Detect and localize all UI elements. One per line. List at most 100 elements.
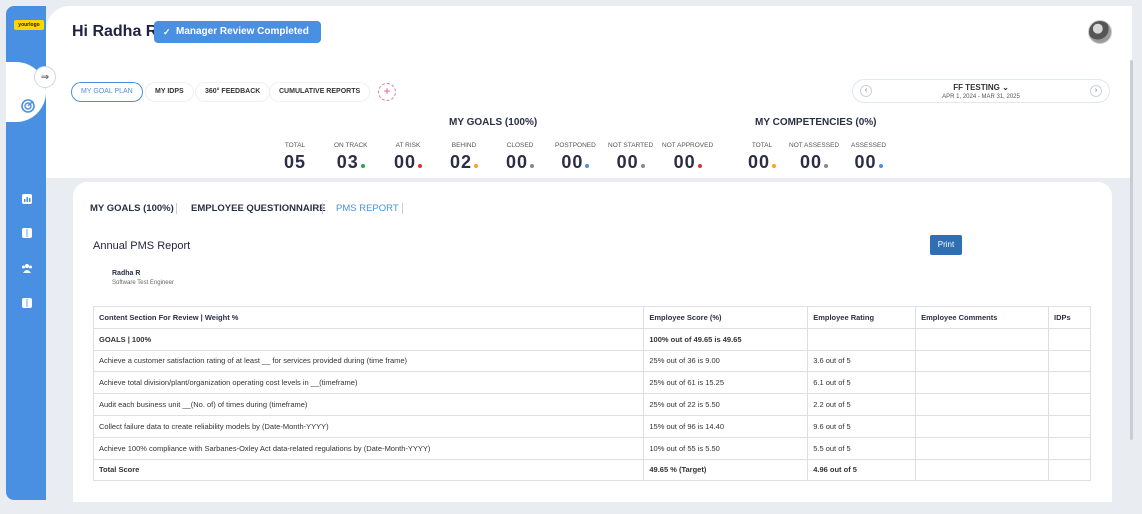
goal-stat[interactable]: AT RISK 00 (394, 142, 423, 173)
table-cell: 25% out of 36 is 9.00 (643, 349, 809, 373)
table-cell: 10% out of 55 is 5.50 (643, 436, 809, 460)
document-icon[interactable] (20, 296, 34, 310)
table-cell: Achieve a customer satisfaction rating o… (92, 349, 645, 373)
goal-stat-value: 00 (608, 152, 653, 173)
period-range: APR 1, 2024 - MAR 31, 2025 (942, 94, 1020, 100)
company-logo: yourlogo (14, 20, 44, 30)
table-cell (915, 458, 1049, 482)
goal-stat-label: TOTAL (284, 142, 306, 149)
goal-stat-value: 00 (394, 152, 423, 173)
goal-stat-value: 00 (662, 152, 713, 173)
table-cell: Achieve total division/plant/organizatio… (92, 371, 645, 395)
avatar[interactable] (1088, 20, 1112, 44)
panel-tab-employee-questionnaire[interactable]: EMPLOYEE QUESTIONNAIRE (191, 203, 326, 214)
tab-divider (176, 203, 177, 214)
goal-stat-label: POSTPONED (555, 142, 596, 149)
table-cell (915, 414, 1049, 438)
table-cell: 100% out of 49.65 is 49.65 (643, 327, 809, 351)
competency-stat-label: ASSESSED (851, 142, 887, 149)
table-cell (915, 349, 1049, 373)
panel-tab-pms-report[interactable]: PMS REPORT (336, 203, 399, 214)
print-button[interactable]: Print (930, 235, 962, 255)
collapse-sidebar-button[interactable]: ⇒ (34, 66, 56, 88)
table-cell: 15% out of 96 is 14.40 (643, 414, 809, 438)
check-icon: ✓ (163, 27, 171, 37)
goal-plan-nav-icon[interactable] (18, 96, 38, 116)
period-name: FF TESTING ⌄ (953, 83, 1009, 92)
competency-stat-label: TOTAL (751, 142, 773, 149)
goal-stat[interactable]: BEHIND 02 (450, 142, 479, 173)
goal-stat[interactable]: POSTPONED 00 (555, 142, 596, 173)
status-dot-icon (824, 164, 829, 168)
employee-name: Radha R (112, 270, 141, 277)
competency-stat[interactable]: ASSESSED 00 (851, 142, 886, 173)
competency-stat[interactable]: NOT ASSESSED 00 (789, 142, 839, 173)
table-cell (1047, 327, 1092, 351)
table-cell: Collect failure data to create reliabili… (92, 414, 645, 438)
competency-stat-value: 00 (851, 152, 886, 173)
table-row: Achieve total division/plant/organizatio… (92, 371, 1092, 395)
table-cell (915, 371, 1049, 395)
table-row: GOALS | 100% 100% out of 49.65 is 49.65 (92, 327, 1092, 351)
table-row: Achieve a customer satisfaction rating o… (92, 349, 1092, 373)
goal-stat[interactable]: ON TRACK 03 (334, 142, 367, 173)
tab-my-idps[interactable]: MY IDPS (146, 83, 193, 101)
column-header: Employee Comments (915, 306, 1049, 329)
status-dot-icon (697, 164, 702, 168)
tab-my-goal-plan[interactable]: MY GOAL PLAN (72, 83, 142, 101)
tab-cumulative-reports[interactable]: CUMULATIVE REPORTS (270, 83, 370, 101)
pms-report-table: Content Section For Review | Weight % Emp… (92, 306, 1092, 482)
competency-stat-value: 00 (789, 152, 839, 173)
goal-stat[interactable]: CLOSED 00 (506, 142, 535, 173)
table-cell (915, 393, 1049, 416)
next-period-icon[interactable]: › (1090, 85, 1102, 97)
chevron-down-icon[interactable]: ⌄ (1002, 83, 1009, 92)
table-cell: 4.96 out of 5 (807, 458, 917, 482)
competency-stat[interactable]: TOTAL 00 (748, 142, 777, 173)
greeting-title: Hi Radha R (72, 23, 158, 40)
page-scrollbar[interactable] (1130, 60, 1133, 440)
goal-stat-label: AT RISK (395, 142, 421, 149)
goal-stat-label: ON TRACK (334, 142, 368, 149)
table-cell: 6.1 out of 5 (807, 371, 917, 395)
table-cell: Achieve 100% compliance with Sarbanes-Ox… (92, 436, 645, 460)
status-dot-icon (585, 164, 590, 168)
table-cell (1047, 371, 1092, 395)
table-cell: Total Score (92, 458, 645, 482)
table-cell (1047, 436, 1092, 460)
goal-stat-label: NOT APPROVED (662, 142, 714, 149)
status-dot-icon (640, 164, 645, 168)
goal-stat-value: 00 (506, 152, 535, 173)
analytics-icon[interactable] (20, 192, 34, 206)
collapse-arrow-icon: ⇒ (40, 71, 50, 83)
tab-divider (322, 203, 323, 214)
table-cell: 3.6 out of 5 (807, 349, 917, 373)
column-header: Employee Score (%) (643, 306, 809, 329)
team-icon[interactable] (20, 261, 34, 275)
goal-stat-value: 02 (450, 152, 479, 173)
employee-role: Software Test Engineer (112, 280, 174, 286)
goal-stat[interactable]: NOT STARTED 00 (608, 142, 653, 173)
table-cell: 2.2 out of 5 (807, 393, 917, 416)
table-cell (807, 327, 917, 351)
table-cell: Audit each business unit __(No. of) of t… (92, 393, 645, 416)
table-cell (1047, 393, 1092, 416)
goal-stat-label: BEHIND (451, 142, 477, 149)
period-selector[interactable]: ‹ FF TESTING ⌄ APR 1, 2024 - MAR 31, 202… (852, 79, 1110, 103)
table-cell (1047, 349, 1092, 373)
tab-divider (402, 203, 403, 214)
panel-tab-my-goals[interactable]: MY GOALS (100%) (90, 203, 174, 214)
add-tab-button[interactable]: + (378, 83, 396, 101)
status-dot-icon (418, 164, 423, 168)
status-badge[interactable]: ✓ Manager Review Completed (154, 21, 321, 43)
goal-stat[interactable]: NOT APPROVED 00 (662, 142, 713, 173)
table-row: Collect failure data to create reliabili… (92, 414, 1092, 438)
goals-summary-title: MY GOALS (100%) (449, 117, 538, 128)
report-title: Annual PMS Report (93, 240, 191, 252)
goal-stat-value: 00 (555, 152, 596, 173)
book-icon[interactable] (20, 226, 34, 240)
table-cell: 25% out of 22 is 5.50 (643, 393, 809, 416)
tab-360-feedback[interactable]: 360° FEEDBACK (196, 83, 270, 101)
goal-stat[interactable]: TOTAL 05 (284, 142, 306, 173)
goal-stat-value: 03 (334, 152, 367, 173)
